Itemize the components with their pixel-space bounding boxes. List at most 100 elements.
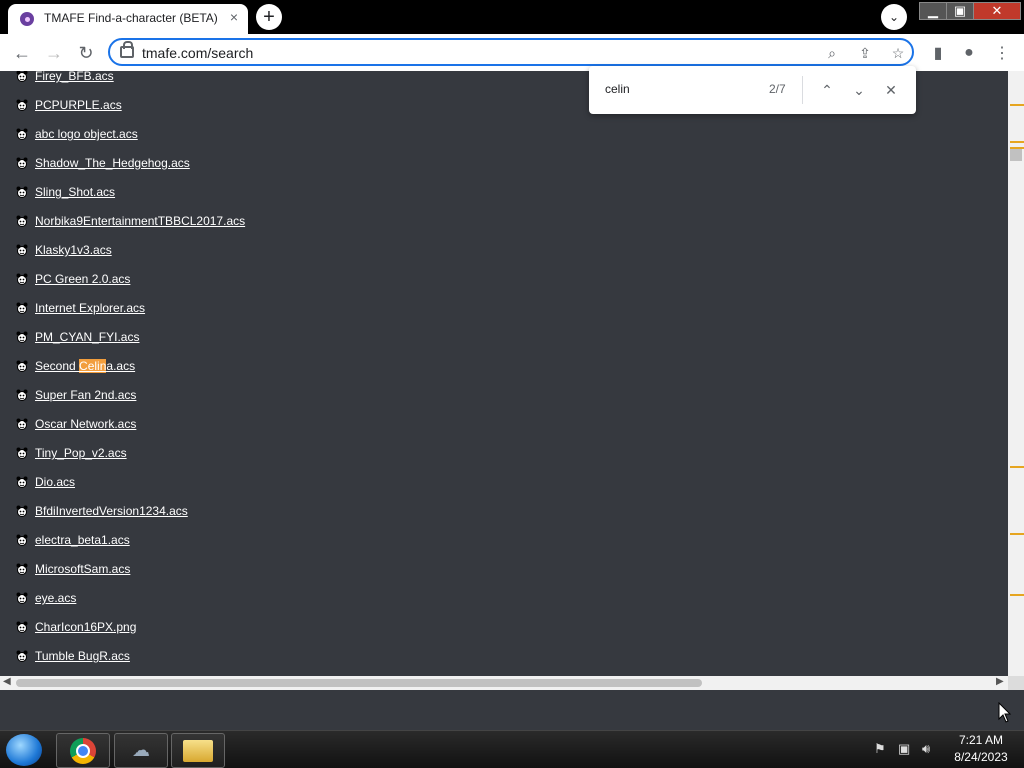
character-face-icon (16, 417, 28, 430)
result-link[interactable]: Norbika9EntertainmentTBBCL2017.acs (35, 214, 245, 228)
result-link[interactable]: Internet Explorer.acs (35, 301, 145, 315)
result-link[interactable]: CharIcon16PX.png (35, 620, 136, 634)
search-results: Firey_BFB.acs PCPURPLE.acs abc logo object… (0, 71, 1008, 676)
taskbar-explorer-button[interactable] (171, 733, 225, 768)
lock-icon[interactable] (120, 41, 134, 58)
result-link[interactable]: Dio.acs (35, 475, 75, 489)
taskbar: ☁ ⚑ ▣ 🔊︎ 7:21 AM 8/24/2023 (0, 730, 1024, 768)
scroll-left-arrow-icon[interactable]: ◀ (3, 676, 11, 687)
horizontal-scrollbar[interactable]: ◀ ▶ (0, 676, 1008, 690)
result-link-text: Oscar Network.acs (35, 417, 137, 431)
character-face-icon (16, 504, 28, 517)
result-link[interactable]: PCPURPLE.acs (35, 98, 122, 112)
character-face-icon (16, 620, 28, 633)
result-link[interactable]: electra_beta1.acs (35, 533, 130, 547)
character-face-icon (16, 127, 28, 140)
scrollbar-corner (1008, 676, 1024, 690)
find-match-marker (1010, 147, 1024, 149)
result-link-text: a.acs (106, 359, 136, 373)
result-link[interactable]: Tiny_Pop_v2.acs (35, 446, 127, 460)
tab-close-icon[interactable]: × (230, 9, 238, 25)
find-match-marker (1010, 533, 1024, 535)
find-next-chevron-down-icon[interactable]: ⌄ (847, 78, 871, 102)
character-face-icon (16, 330, 28, 343)
new-tab-button[interactable]: + (256, 4, 282, 30)
character-face-icon (16, 71, 28, 82)
character-face-icon (16, 533, 28, 546)
chrome-icon (70, 737, 96, 764)
scroll-right-arrow-icon[interactable]: ▶ (996, 676, 1004, 687)
find-match-marker (1010, 104, 1024, 106)
find-close-icon[interactable]: ✕ (879, 78, 903, 102)
find-input[interactable]: celin (605, 82, 630, 96)
find-match-count: 2/7 (769, 82, 786, 96)
tab-title: TMAFE Find-a-character (BETA) (44, 11, 218, 25)
result-link-text: Firey_BFB.acs (35, 71, 114, 83)
side-panel-icon[interactable]: ▮ (928, 43, 948, 63)
character-face-icon (16, 301, 28, 314)
tab-search-button[interactable]: ⌄ (881, 4, 907, 30)
find-match-marker (1010, 466, 1024, 468)
result-link-text: PCPURPLE.acs (35, 98, 122, 112)
network-icon[interactable]: ▣ (898, 741, 910, 757)
profile-avatar-icon[interactable]: ● (959, 43, 979, 63)
forward-arrow-icon[interactable]: → (43, 42, 65, 64)
result-link[interactable]: Tumble BugR.acs (35, 649, 130, 663)
find-match-marker (1010, 141, 1024, 143)
result-link-text: BfdiInvertedVersion1234.acs (35, 504, 188, 518)
close-window-button[interactable]: ✕ (973, 2, 1021, 20)
result-link-text: Shadow_The_Hedgehog.acs (35, 156, 190, 170)
result-link[interactable]: Shadow_The_Hedgehog.acs (35, 156, 190, 170)
character-face-icon (16, 243, 28, 256)
find-divider (802, 76, 803, 104)
horizontal-scroll-thumb[interactable] (16, 679, 702, 687)
action-center-flag-icon[interactable]: ⚑ (874, 741, 886, 757)
result-link-text: MicrosoftSam.acs (35, 562, 131, 576)
result-link[interactable]: Sling_Shot.acs (35, 185, 115, 199)
result-link-text: Tiny_Pop_v2.acs (35, 446, 127, 460)
result-link[interactable]: eye.acs (35, 591, 76, 605)
result-link[interactable]: Firey_BFB.acs (35, 71, 114, 83)
character-face-icon (16, 156, 28, 169)
maximize-button[interactable]: ▣ (946, 2, 974, 20)
url-text[interactable]: tmafe.com/search (142, 45, 253, 61)
back-arrow-icon[interactable]: ← (11, 42, 33, 64)
clock-date[interactable]: 8/24/2023 (946, 750, 1016, 764)
result-link[interactable]: BfdiInvertedVersion1234.acs (35, 504, 188, 518)
start-orb-icon[interactable] (6, 734, 42, 766)
find-in-page-icon[interactable]: ⌕ (822, 43, 842, 63)
share-icon[interactable]: ⇪ (855, 43, 875, 63)
clock-time[interactable]: 7:21 AM (946, 733, 1016, 747)
result-link[interactable]: Super Fan 2nd.acs (35, 388, 136, 402)
browser-tab[interactable]: TMAFE Find-a-character (BETA) × (8, 4, 248, 34)
result-link[interactable]: MicrosoftSam.acs (35, 562, 130, 576)
result-link[interactable]: PC Green 2.0.acs (35, 272, 130, 286)
vertical-scrollbar[interactable] (1008, 71, 1024, 676)
menu-kebab-icon[interactable]: ⋮ (992, 43, 1012, 63)
folder-icon (183, 739, 213, 762)
character-face-icon (16, 272, 28, 285)
bookmark-star-icon[interactable]: ☆ (888, 43, 908, 63)
vertical-scroll-thumb[interactable] (1010, 149, 1022, 161)
character-face-icon (16, 649, 28, 662)
result-link[interactable]: abc logo object.acs (35, 127, 138, 141)
character-face-icon (16, 359, 28, 372)
reload-icon[interactable]: ↻ (75, 42, 97, 64)
result-link[interactable]: Oscar Network.acs (35, 417, 136, 431)
result-link-text: Sling_Shot.acs (35, 185, 116, 199)
address-bar[interactable]: tmafe.com/search ⌕ ⇪ ☆ (108, 38, 914, 66)
result-link-text: Tumble BugR.acs (35, 649, 130, 663)
result-link[interactable]: Klasky1v3.acs (35, 243, 112, 257)
taskbar-chrome-button[interactable] (56, 733, 110, 768)
volume-icon[interactable]: 🔊︎ (922, 741, 930, 757)
agent-character-icon: ☁ (132, 740, 150, 760)
character-face-icon (16, 475, 28, 488)
result-link[interactable]: Second Celina.acs (35, 359, 135, 373)
minimize-button[interactable]: ▁ (919, 2, 947, 20)
tab-strip: TMAFE Find-a-character (BETA) × + ⌄ ▁ ▣ … (0, 0, 1024, 34)
find-previous-chevron-up-icon[interactable]: ⌃ (815, 78, 839, 102)
character-face-icon (16, 591, 28, 604)
taskbar-agent-button[interactable]: ☁ (114, 733, 168, 768)
result-link[interactable]: PM_CYAN_FYI.acs (35, 330, 139, 344)
result-link-text: eye.acs (35, 591, 77, 605)
